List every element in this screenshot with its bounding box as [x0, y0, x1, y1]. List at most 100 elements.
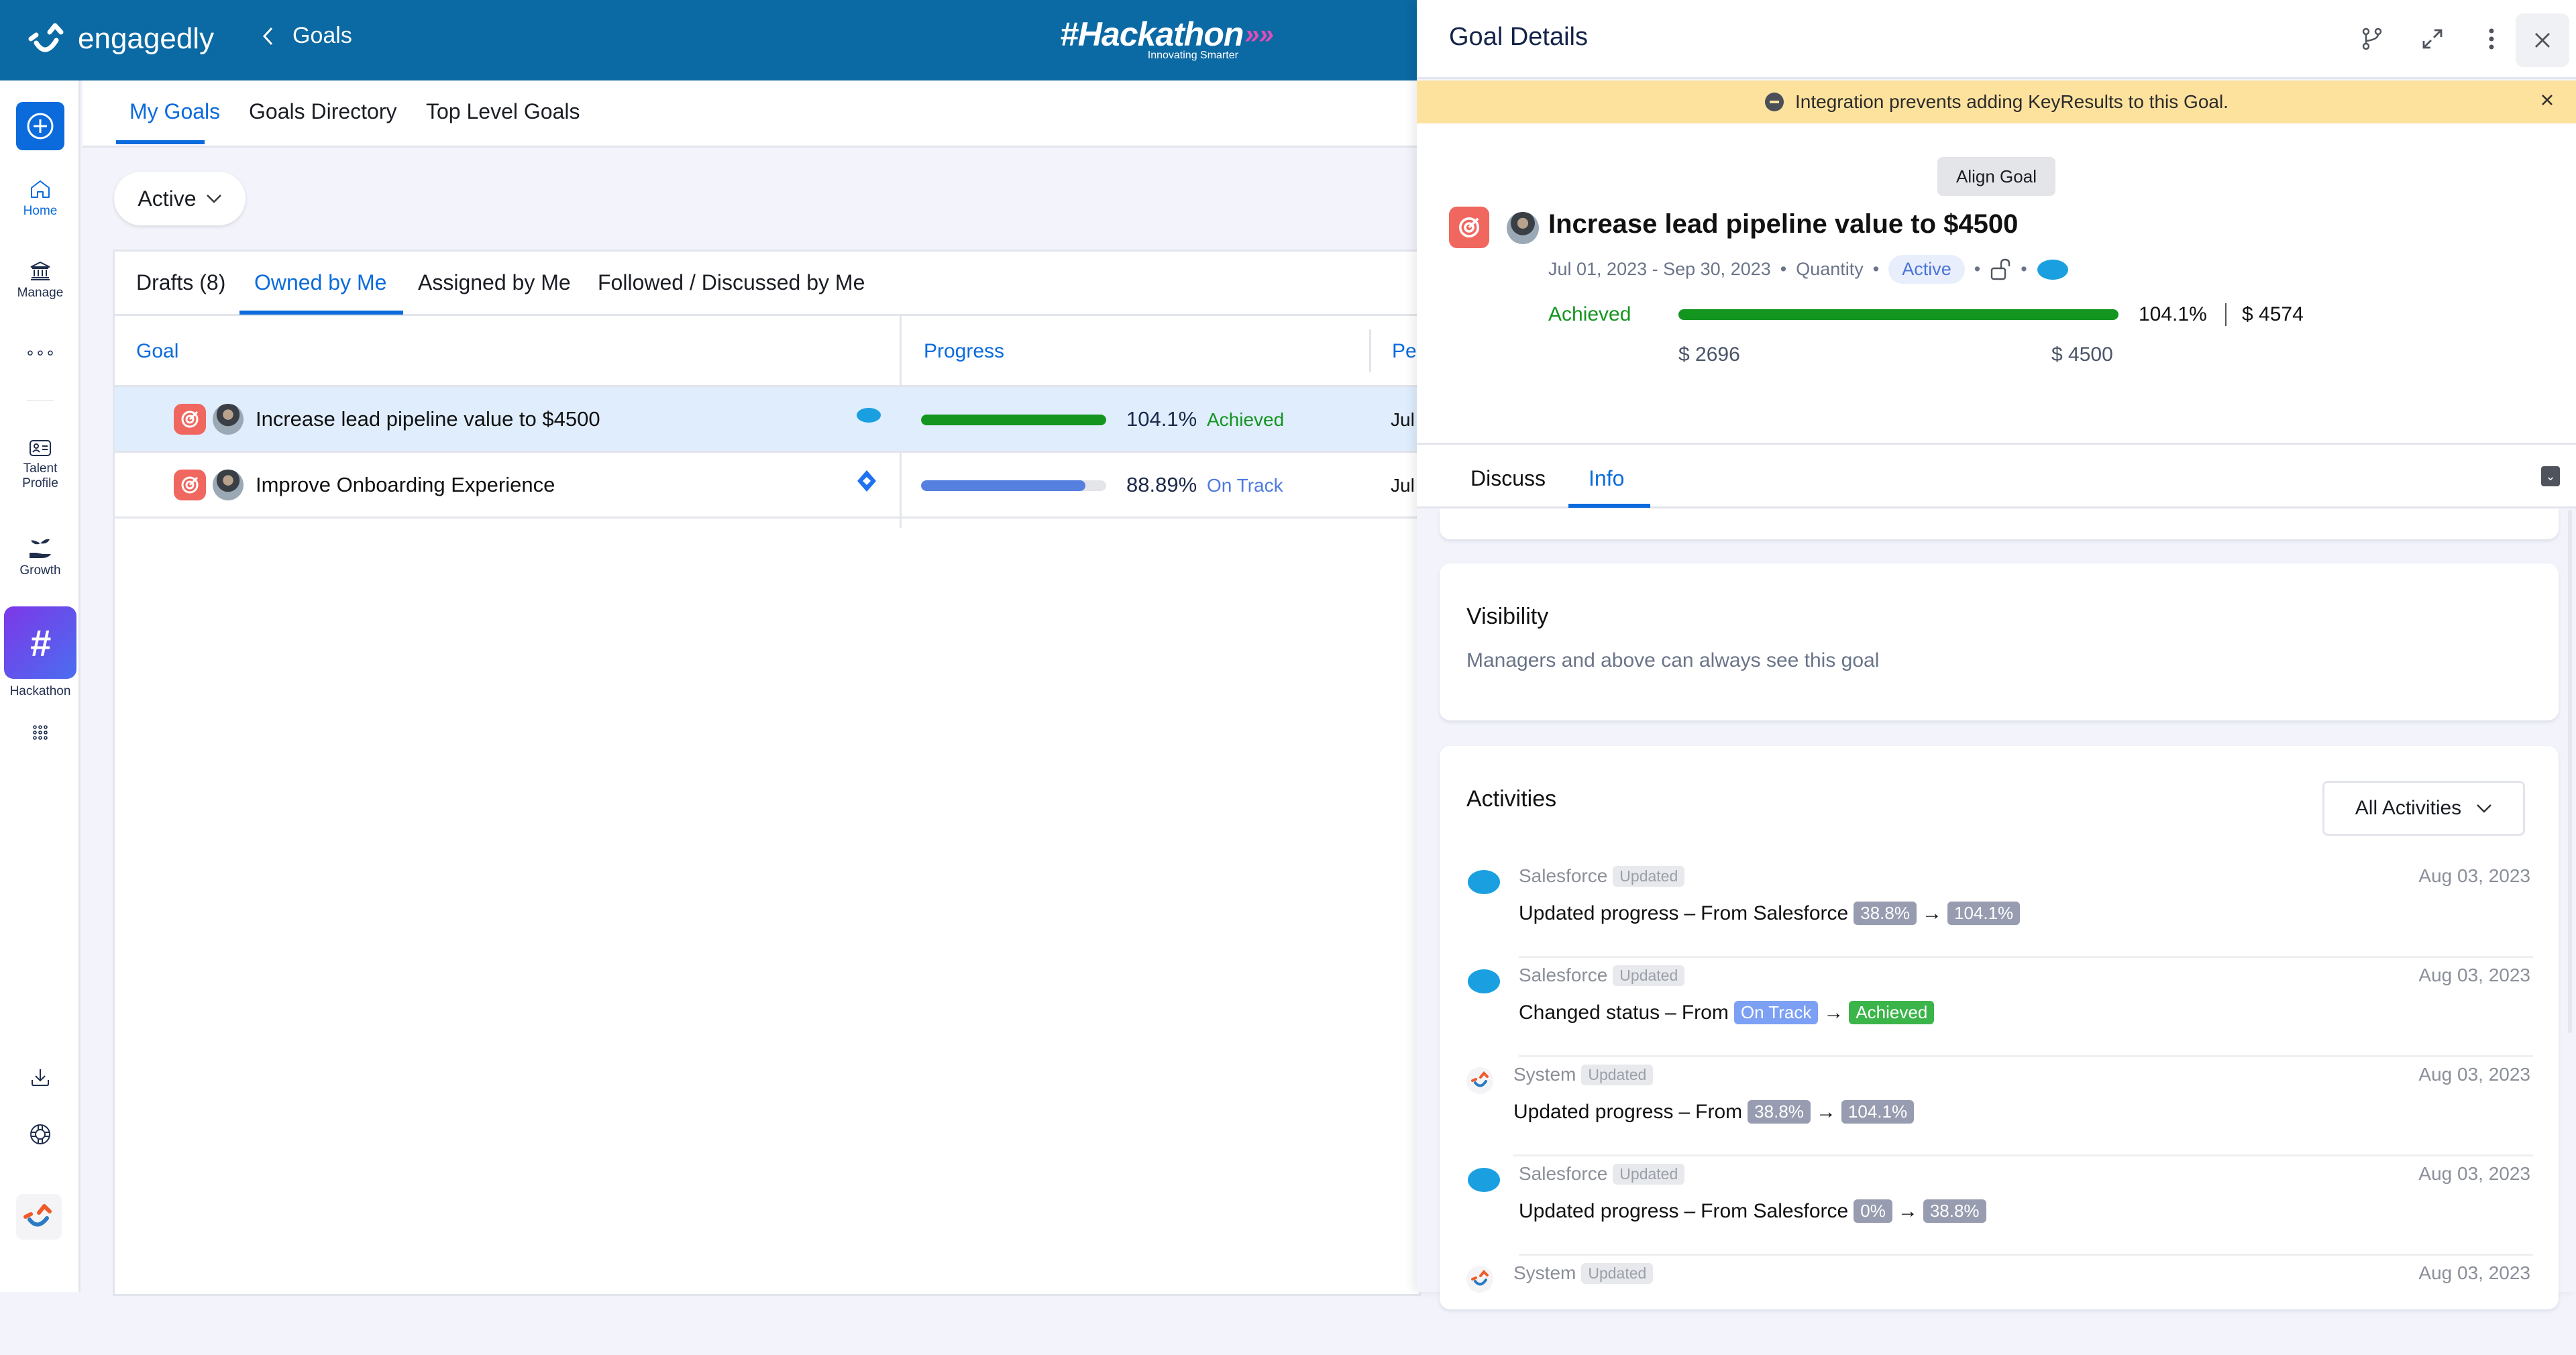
activity-date: Aug 03, 2023	[2418, 1163, 2530, 1184]
tab-top-level-goals[interactable]: Top Level Goals	[426, 99, 580, 124]
sidebar-divider	[27, 400, 54, 401]
panel-tabs: Discuss Info ⌄	[1417, 443, 2576, 508]
system-logo-button[interactable]	[16, 1194, 62, 1240]
owner-avatar[interactable]	[1507, 212, 1539, 244]
arrow-right-icon: →	[1823, 1001, 1844, 1024]
align-tree-button[interactable]	[2352, 19, 2392, 59]
unlock-icon[interactable]	[1990, 258, 2011, 282]
activity-item: Salesforce Updated Aug 03, 2023 Updated p…	[1466, 1156, 2533, 1256]
goal-name[interactable]: Increase lead pipeline value to $4500	[256, 407, 600, 431]
divider	[2225, 303, 2226, 326]
chevron-down-icon: ⌄	[2545, 469, 2556, 483]
status-label: On Track	[1207, 475, 1283, 496]
table-row[interactable]: Increase lead pipeline value to $4500 10…	[115, 387, 1419, 453]
activity-source: Salesforce	[1519, 1163, 1608, 1184]
activity-tag: Updated	[1581, 1262, 1654, 1284]
sidebar-item-label: Manage	[17, 286, 64, 300]
status-filter-dropdown[interactable]: Active	[114, 172, 246, 225]
activity-source: System	[1513, 1064, 1576, 1085]
goal-state-badge: Active	[1888, 255, 1965, 284]
from-value-chip: 38.8%	[1854, 902, 1917, 925]
sidebar-item-growth[interactable]: Growth	[0, 537, 80, 578]
owner-avatar[interactable]	[213, 403, 244, 435]
sidebar-item-apps[interactable]	[0, 724, 80, 745]
period-value: Jul	[1391, 475, 1415, 496]
branch-icon	[2362, 28, 2382, 50]
goal-name[interactable]: Improve Onboarding Experience	[256, 473, 555, 497]
activity-action: Changed status	[1519, 1001, 1660, 1024]
activity-tag: Updated	[1613, 965, 1685, 986]
tab-my-goals[interactable]: My Goals	[129, 99, 220, 124]
tab-drafts[interactable]: Drafts (8)	[136, 270, 225, 295]
activities-card: Activities All Activities Salesforce Upda…	[1440, 746, 2559, 1309]
activity-item: System Updated Aug 03, 2023 Updated progr…	[1466, 1057, 2533, 1156]
tab-followed-discussed[interactable]: Followed / Discussed by Me	[598, 270, 865, 295]
home-icon	[31, 180, 50, 198]
align-goal-button[interactable]: Align Goal	[1937, 157, 2055, 196]
activity-tag: Updated	[1581, 1064, 1654, 1085]
help-button[interactable]	[0, 1123, 80, 1150]
goal-summary: Align Goal Increase lead pipeline value …	[1417, 123, 2576, 443]
tab-info[interactable]: Info	[1589, 466, 1624, 491]
sidebar-item-home[interactable]: Home	[0, 178, 80, 219]
activity-source: Salesforce	[1519, 865, 1608, 886]
back-to-goals[interactable]: Goals	[262, 23, 352, 49]
column-header-period[interactable]: Pe	[1392, 340, 1417, 363]
more-horizontal-icon: ∘∘∘	[25, 344, 56, 362]
arrow-right-icon: →	[1921, 902, 1942, 924]
salesforce-icon	[1468, 870, 1500, 894]
close-panel-button[interactable]	[2516, 13, 2569, 67]
sidebar-item-hackathon[interactable]: #	[4, 606, 76, 679]
active-tab-indicator	[1568, 504, 1650, 508]
status-label: Achieved	[1207, 409, 1285, 430]
hackathon-title: #Hackathon	[1060, 15, 1244, 53]
tab-owned-by-me[interactable]: Owned by Me	[254, 270, 386, 295]
separator-dot: •	[1780, 259, 1787, 279]
activity-action: Updated progress	[1519, 1199, 1679, 1222]
goals-table-card: Drafts (8) Owned by Me Assigned by Me Fo…	[113, 250, 1421, 1296]
goal-target-icon	[1449, 207, 1489, 248]
engagedly-logo[interactable]: engagedly	[27, 19, 214, 59]
activity-from-label: From Salesforce	[1701, 902, 1849, 924]
goal-current-value: $ 4574	[2242, 303, 2304, 325]
apps-grid-icon	[33, 725, 48, 740]
create-button[interactable]	[16, 102, 64, 150]
tab-discuss[interactable]: Discuss	[1470, 466, 1546, 491]
panel-scrollbar[interactable]	[2568, 510, 2572, 1033]
activity-action: Updated progress	[1519, 902, 1679, 924]
active-tab-indicator	[116, 140, 205, 144]
salesforce-icon	[1468, 969, 1500, 993]
bank-icon	[30, 261, 50, 280]
tab-goals-directory[interactable]: Goals Directory	[249, 99, 397, 124]
id-card-icon	[30, 440, 51, 456]
expand-button[interactable]	[2412, 19, 2453, 59]
goal-dates: Jul 01, 2023 - Sep 30, 2023	[1548, 259, 1771, 279]
dismiss-banner-icon[interactable]	[2537, 90, 2557, 110]
table-row[interactable]: Improve Onboarding Experience 88.89% On …	[115, 453, 1419, 519]
integration-warning-banner: Integration prevents adding KeyResults t…	[1417, 80, 2576, 123]
progress-bar-fill	[921, 415, 1106, 425]
minus-circle-icon	[1765, 93, 1784, 111]
plant-hand-icon	[30, 539, 51, 558]
column-header-goal[interactable]: Goal	[136, 340, 178, 363]
jira-icon	[857, 470, 876, 492]
sidebar-item-more[interactable]: ∘∘∘	[0, 343, 80, 363]
main-tabs: My Goals Goals Directory Top Level Goals	[83, 80, 1417, 148]
table-header: Goal Progress Pe	[115, 316, 1419, 387]
owner-avatar[interactable]	[213, 469, 244, 500]
column-header-progress[interactable]: Progress	[924, 340, 1004, 363]
dash: –	[1678, 1100, 1690, 1123]
sidebar-item-talent-profile[interactable]: Talent Profile	[0, 439, 80, 491]
visibility-title: Visibility	[1466, 604, 1549, 629]
download-button[interactable]	[0, 1067, 80, 1092]
arrows-icon: »»	[1244, 19, 1273, 49]
sidebar-item-label: Growth	[19, 563, 61, 578]
tab-assigned-by-me[interactable]: Assigned by Me	[418, 270, 571, 295]
activity-source: Salesforce	[1519, 965, 1608, 985]
more-options-button[interactable]	[2471, 19, 2512, 59]
activity-date: Aug 03, 2023	[2418, 1064, 2530, 1085]
activities-filter-dropdown[interactable]: All Activities	[2322, 781, 2525, 836]
collapse-button[interactable]: ⌄	[2541, 466, 2560, 486]
chevron-down-icon	[206, 195, 221, 203]
sidebar-item-manage[interactable]: Manage	[0, 260, 80, 301]
